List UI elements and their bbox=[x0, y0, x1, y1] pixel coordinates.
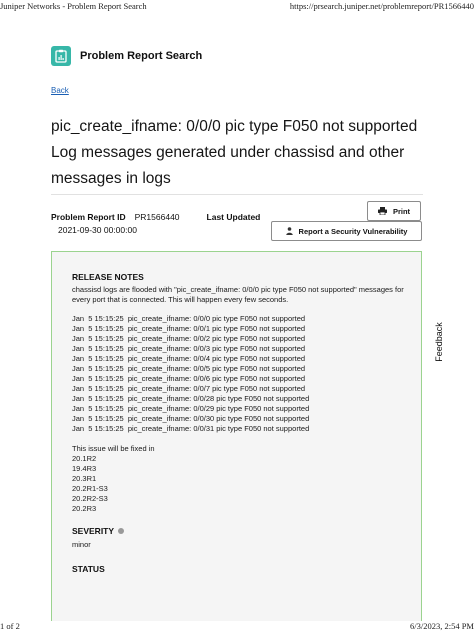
release-notes-card: RELEASE NOTES chassisd logs are flooded … bbox=[51, 251, 422, 621]
last-updated-label: Last Updated bbox=[206, 212, 261, 222]
fixed-in-release: 20.2R2-S3 bbox=[72, 494, 108, 503]
log-line: Jan 5 15:15:25 pic_create_ifname: 0/0/29… bbox=[72, 404, 310, 413]
user-icon bbox=[285, 227, 293, 235]
severity-heading-row: SEVERITY bbox=[72, 526, 401, 536]
log-line: Jan 5 15:15:25 pic_create_ifname: 0/0/3 … bbox=[72, 344, 306, 353]
release-notes-intro: chassisd logs are flooded with "pic_crea… bbox=[72, 285, 404, 304]
release-notes-heading: RELEASE NOTES bbox=[72, 272, 144, 282]
log-line: Jan 5 15:15:25 pic_create_ifname: 0/0/7 … bbox=[72, 384, 306, 393]
print-header-url: https://prsearch.juniper.net/problemrepo… bbox=[289, 1, 474, 11]
last-updated-date: 2021-09-30 00:00:00 bbox=[58, 225, 137, 235]
pr-id-label: Problem Report ID bbox=[51, 212, 126, 222]
title-divider bbox=[51, 194, 423, 195]
fixed-in-release: 20.2R3 bbox=[72, 504, 97, 513]
info-icon[interactable] bbox=[118, 528, 125, 534]
page-title: pic_create_ifname: 0/0/0 pic type F050 n… bbox=[51, 118, 418, 187]
back-link[interactable]: Back bbox=[51, 86, 69, 95]
log-line: Jan 5 15:15:25 pic_create_ifname: 0/0/0 … bbox=[72, 314, 306, 323]
print-header: Juniper Networks - Problem Report Search… bbox=[0, 0, 474, 12]
print-timestamp: 6/3/2023, 2:54 PM bbox=[410, 621, 474, 631]
print-header-title: Juniper Networks - Problem Report Search bbox=[0, 1, 147, 11]
severity-heading: SEVERITY bbox=[72, 526, 115, 536]
fixed-in-section: This issue will be fixed in 20.1R2 19.4R… bbox=[72, 444, 401, 514]
fixed-in-release: 20.2R1-S3 bbox=[72, 484, 108, 493]
log-line: Jan 5 15:15:25 pic_create_ifname: 0/0/31… bbox=[72, 424, 310, 433]
page-count: 1 of 2 bbox=[0, 621, 20, 631]
print-button-label: Print bbox=[392, 206, 411, 216]
status-heading: STATUS bbox=[72, 564, 105, 574]
log-line: Jan 5 15:15:25 pic_create_ifname: 0/0/1 … bbox=[72, 324, 306, 333]
log-line: Jan 5 15:15:25 pic_create_ifname: 0/0/2 … bbox=[72, 334, 306, 343]
log-line: Jan 5 15:15:25 pic_create_ifname: 0/0/30… bbox=[72, 414, 310, 423]
log-line: Jan 5 15:15:25 pic_create_ifname: 0/0/28… bbox=[72, 394, 310, 403]
feedback-label: Feedback bbox=[434, 322, 444, 362]
feedback-tab[interactable]: Feedback bbox=[432, 320, 446, 364]
report-security-vulnerability-button[interactable]: Report a Security Vulnerability bbox=[271, 221, 422, 241]
fixed-in-release: 20.3R1 bbox=[72, 474, 97, 483]
fixed-in-release: 20.1R2 bbox=[72, 454, 97, 463]
security-button-label: Report a Security Vulnerability bbox=[298, 226, 408, 236]
log-lines: Jan 5 15:15:25 pic_create_ifname: 0/0/0 … bbox=[72, 314, 401, 434]
printer-icon bbox=[377, 207, 387, 215]
severity-value: minor bbox=[72, 540, 91, 549]
fixed-in-label: This issue will be fixed in bbox=[72, 444, 155, 453]
log-line: Jan 5 15:15:25 pic_create_ifname: 0/0/4 … bbox=[72, 354, 306, 363]
print-footer: 1 of 2 6/3/2023, 2:54 PM bbox=[0, 620, 474, 632]
log-line: Jan 5 15:15:25 pic_create_ifname: 0/0/6 … bbox=[72, 374, 306, 383]
report-meta: Problem Report ID PR1566440 Last Updated bbox=[51, 212, 260, 222]
app-title: Problem Report Search bbox=[80, 50, 203, 62]
log-line: Jan 5 15:15:25 pic_create_ifname: 0/0/5 … bbox=[72, 364, 306, 373]
print-button[interactable]: Print bbox=[367, 201, 421, 221]
fixed-in-release: 19.4R3 bbox=[72, 464, 97, 473]
app-header: Problem Report Search bbox=[51, 44, 202, 68]
pr-id-value: PR1566440 bbox=[134, 212, 180, 222]
clipboard-chart-icon bbox=[51, 46, 71, 66]
